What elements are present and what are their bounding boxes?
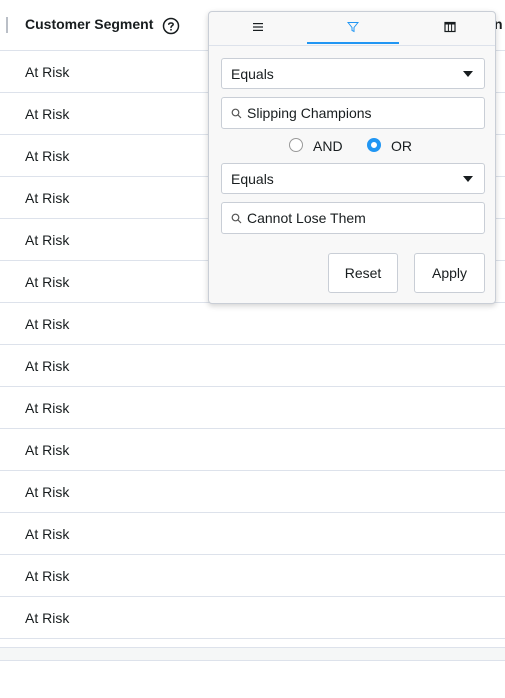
segment-cell: At Risk (25, 610, 70, 626)
segment-cell: At Risk (25, 568, 70, 584)
columns-icon (444, 21, 456, 33)
segment-cell: At Risk (25, 400, 70, 416)
apply-button[interactable]: Apply (414, 253, 485, 293)
segment-cell: At Risk (25, 232, 70, 248)
condition1-value-text: Slipping Champions (247, 105, 372, 121)
condition2-operator-value: Equals (231, 171, 274, 187)
segment-cell: At Risk (25, 190, 70, 206)
condition2-value-text: Cannot Lose Them (247, 210, 366, 226)
table-row[interactable]: At Risk (0, 555, 505, 597)
filter-icon (347, 22, 359, 33)
chevron-down-icon (463, 71, 473, 77)
segment-cell: At Risk (25, 442, 70, 458)
table-row[interactable]: At Risk (0, 471, 505, 513)
table-row[interactable]: At Risk (0, 303, 505, 345)
help-icon[interactable] (162, 17, 180, 35)
condition2-value-input[interactable]: Cannot Lose Them (221, 202, 485, 234)
or-radio[interactable] (367, 138, 381, 152)
or-label[interactable]: OR (391, 138, 412, 154)
segment-cell: At Risk (25, 358, 70, 374)
search-icon (231, 108, 242, 119)
table-row[interactable]: At Risk (0, 345, 505, 387)
segment-cell: At Risk (25, 316, 70, 332)
segment-cell: At Risk (25, 274, 70, 290)
and-radio[interactable] (289, 138, 303, 152)
horizontal-scrollbar[interactable] (0, 647, 505, 661)
condition1-operator-value: Equals (231, 66, 274, 82)
join-operator-group: AND OR (209, 135, 495, 157)
menu-icon (253, 23, 263, 31)
table-row[interactable]: At Risk (0, 513, 505, 555)
table-row[interactable]: At Risk (0, 429, 505, 471)
segment-cell: At Risk (25, 484, 70, 500)
condition1-value-input[interactable]: Slipping Champions (221, 97, 485, 129)
segment-cell: At Risk (25, 106, 70, 122)
column-header-customer-segment[interactable]: Customer Segment (25, 16, 153, 32)
tab-general-menu[interactable] (212, 12, 304, 44)
search-icon (231, 213, 242, 224)
tab-filter[interactable] (307, 12, 399, 44)
segment-cell: At Risk (25, 64, 70, 80)
popup-tabs (209, 12, 495, 46)
chevron-down-icon (463, 176, 473, 182)
condition2-operator-select[interactable]: Equals (221, 163, 485, 194)
segment-cell: At Risk (25, 526, 70, 542)
table-row[interactable]: At Risk (0, 387, 505, 429)
reset-button[interactable]: Reset (328, 253, 398, 293)
segment-cell: At Risk (25, 148, 70, 164)
tab-columns[interactable] (404, 12, 496, 44)
and-label[interactable]: AND (313, 138, 343, 154)
condition1-operator-select[interactable]: Equals (221, 58, 485, 89)
filter-popup: Equals Slipping Champions AND OR Equals … (208, 11, 496, 304)
table-row[interactable]: At Risk (0, 597, 505, 639)
column-resize-handle[interactable] (6, 17, 8, 33)
